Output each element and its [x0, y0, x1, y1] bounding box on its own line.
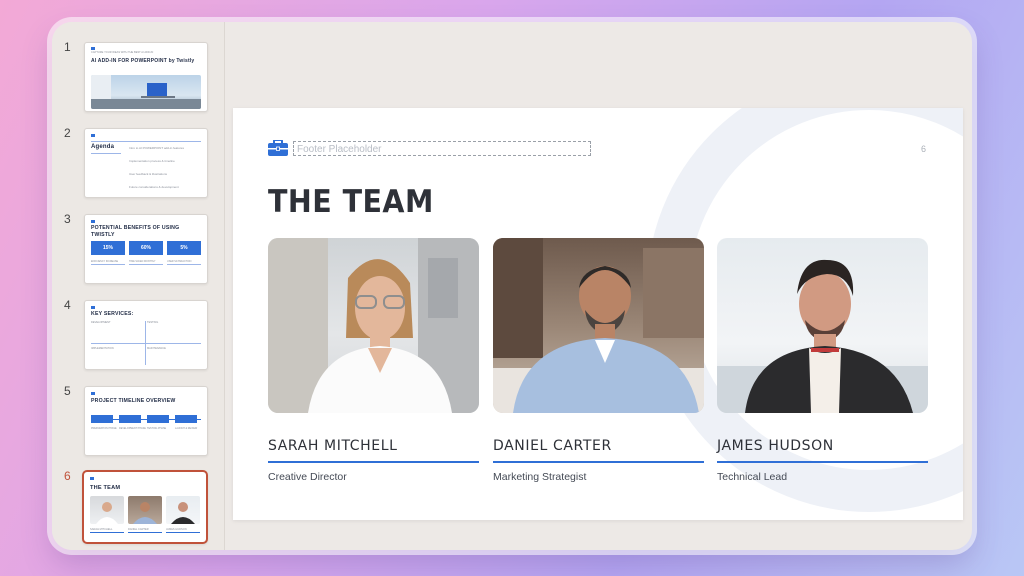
member-name-2[interactable]: DANIEL CARTER	[493, 438, 612, 454]
thumb-title: THE TEAM	[90, 485, 121, 491]
man-portrait-icon	[171, 502, 195, 524]
timeline-marker	[91, 415, 113, 423]
service-label: TESTING	[147, 321, 159, 324]
phase-label: TESTING PHASE	[147, 427, 167, 430]
agenda-item: Intro to AI POWERPOINT add-in features	[129, 146, 184, 150]
divider	[90, 532, 124, 533]
slide-title[interactable]: THE TEAM	[268, 184, 434, 220]
divider	[128, 532, 162, 533]
member-underline	[268, 461, 479, 463]
thumb-title: Agenda	[91, 144, 115, 150]
office-photo	[91, 75, 201, 109]
slide-number-2: 2	[64, 126, 71, 140]
photo-thumb	[128, 496, 162, 524]
stat-label: USER SATISFACTION	[167, 260, 192, 263]
slide-thumbnail-6[interactable]: THE TEAM SARAH MITCHELL DANIEL CARTER JA…	[82, 470, 208, 544]
thumb-kicker: CAPTURE YOUR IDEAS WITH THE BEST AI ADD-…	[91, 51, 154, 54]
slide-number-3: 3	[64, 212, 71, 226]
powerpoint-window: 1 CAPTURE YOUR IDEAS WITH THE BEST AI AD…	[52, 22, 972, 550]
team-photo-daniel[interactable]	[493, 238, 704, 413]
slide-canvas[interactable]: Footer Placeholder 6 THE TEAM SARAH MITC…	[233, 108, 963, 520]
stat-label: TIME SAVED MONTHLY	[129, 260, 156, 263]
accent-mark	[91, 47, 95, 50]
phase-label: DEVELOPMENT PHASE	[119, 427, 146, 430]
footer-placeholder[interactable]: Footer Placeholder	[293, 141, 591, 156]
slide-thumbnail-5[interactable]: PROJECT TIMELINE OVERVIEW PREPARATION PH…	[84, 386, 208, 456]
slide-thumbnail-3[interactable]: POTENTIAL BENEFITS OF USING TWISTLY 15% …	[84, 214, 208, 284]
member-name-3[interactable]: JAMES HUDSON	[717, 438, 834, 454]
agenda-item: User feedback & illustrations	[129, 172, 168, 176]
team-photo-james[interactable]	[717, 238, 928, 413]
team-photo-sarah[interactable]	[268, 238, 479, 413]
divider	[145, 321, 146, 365]
woman-portrait-icon	[96, 502, 118, 524]
phase-label: PREPARATION PHASE	[91, 427, 117, 430]
member-underline	[717, 461, 928, 463]
slide-thumbnail-2[interactable]: Agenda Intro to AI POWERPOINT add-in fea…	[84, 128, 208, 198]
accent-mark	[91, 392, 95, 395]
divider	[91, 153, 121, 154]
divider	[91, 264, 125, 265]
accent-mark	[91, 134, 95, 137]
member-role-2[interactable]: Marketing Strategist	[493, 471, 586, 483]
thumb-title: PROJECT TIMELINE OVERVIEW	[91, 398, 176, 404]
divider	[129, 264, 163, 265]
slide-thumbnail-1[interactable]: CAPTURE YOUR IDEAS WITH THE BEST AI ADD-…	[84, 42, 208, 112]
stat-box: 60%	[129, 241, 163, 255]
timeline-marker	[175, 415, 197, 423]
slide-number-label: 6	[921, 144, 927, 154]
briefcase-icon	[268, 140, 288, 156]
member-underline	[493, 461, 704, 463]
thumb-member-name: DANIEL CARTER	[128, 528, 149, 531]
thumb-title: POTENTIAL BENEFITS OF USING TWISTLY	[91, 225, 180, 238]
slide-thumbnail-panel[interactable]: 1 CAPTURE YOUR IDEAS WITH THE BEST AI AD…	[52, 22, 225, 550]
accent-mark	[91, 220, 95, 223]
thumb-title: KEY SERVICES:	[91, 311, 134, 317]
slide-thumbnail-4[interactable]: KEY SERVICES: DEVELOPMENT TESTING IMPLEM…	[84, 300, 208, 370]
divider	[167, 264, 201, 265]
laptop-icon	[91, 75, 201, 109]
agenda-item: Future considerations & development	[129, 185, 179, 189]
man-portrait-icon	[717, 259, 928, 413]
stat-box: 5%	[167, 241, 201, 255]
divider	[91, 343, 201, 344]
woman-portrait-icon	[268, 238, 479, 413]
stat-box: 15%	[91, 241, 125, 255]
service-label: IMPLEMENTATION	[91, 347, 114, 350]
timeline-marker	[119, 415, 141, 423]
member-role-1[interactable]: Creative Director	[268, 471, 347, 483]
slide-number-4: 4	[64, 298, 71, 312]
member-name-1[interactable]: SARAH MITCHELL	[268, 438, 398, 454]
thumb-member-name: JAMES HUDSON	[166, 528, 187, 531]
service-label: MAINTENANCE	[147, 347, 166, 350]
slide-number-1: 1	[64, 40, 71, 54]
accent-mark	[90, 477, 94, 480]
divider	[91, 141, 201, 142]
slide-number-5: 5	[64, 384, 71, 398]
photo-thumb	[90, 496, 124, 524]
photo-thumb	[166, 496, 200, 524]
phase-label: LAUNCH & REVIEW	[175, 427, 198, 430]
slide-number-6: 6	[64, 469, 71, 483]
thumb-title: AI ADD-IN FOR POWERPOINT by Twistly	[91, 58, 195, 64]
man-portrait-icon	[133, 502, 157, 524]
stat-label: EFFICIENCY INCREASE	[91, 260, 119, 263]
accent-mark	[91, 306, 95, 309]
divider	[166, 532, 200, 533]
service-label: DEVELOPMENT	[91, 321, 111, 324]
man-portrait-icon	[493, 238, 704, 413]
timeline-marker	[147, 415, 169, 423]
agenda-item: Implementation process & timeline	[129, 159, 175, 163]
thumb-member-name: SARAH MITCHELL	[90, 528, 113, 531]
member-role-3[interactable]: Technical Lead	[717, 471, 787, 483]
